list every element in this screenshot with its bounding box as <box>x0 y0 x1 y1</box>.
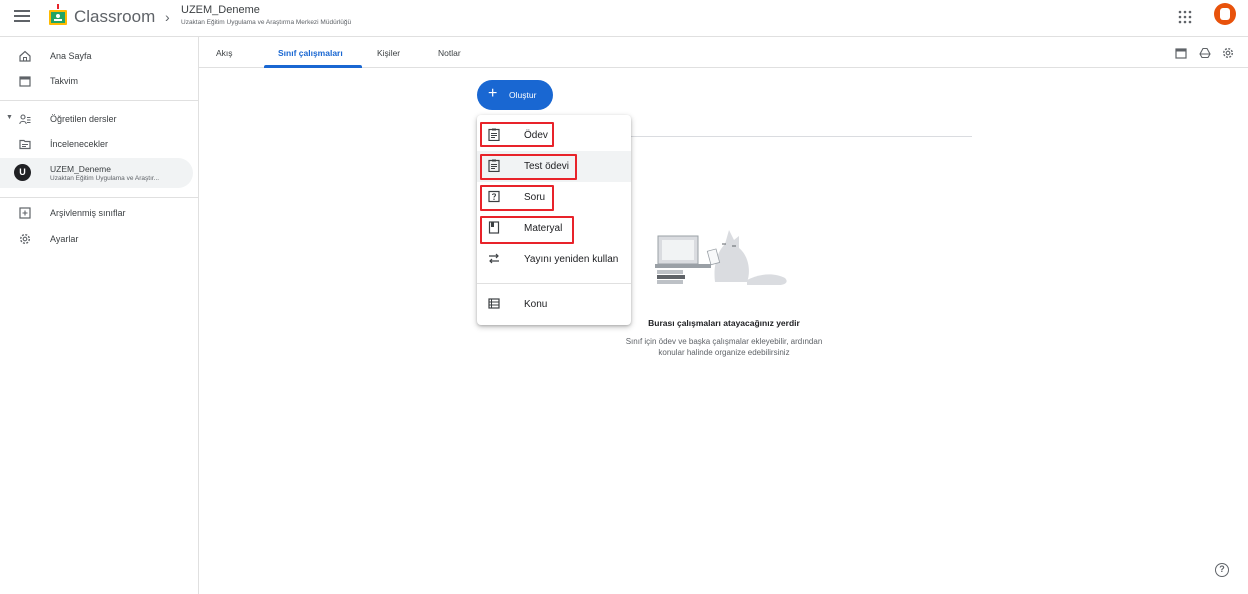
people-icon <box>19 114 31 125</box>
main-menu-icon[interactable] <box>14 10 30 24</box>
course-name: UZEM_Deneme <box>50 164 111 174</box>
tab-stream[interactable]: Akış <box>216 48 233 58</box>
sidebar-item-label: Takvim <box>50 76 79 86</box>
course-tabs: Akış Sınıf çalışmaları Kişiler Notlar <box>199 37 1248 68</box>
create-button-label: Oluştur <box>509 90 537 100</box>
create-button[interactable]: + Oluştur <box>477 80 553 110</box>
sidebar-item-label: Arşivlenmiş sınıflar <box>50 208 126 218</box>
sidebar-divider <box>0 197 199 198</box>
sidebar-item-settings[interactable]: Ayarlar <box>0 227 196 251</box>
sidebar-item-archived[interactable]: Arşivlenmiş sınıflar <box>0 201 196 225</box>
empty-state-description: Sınıf için ödev ve başka çalışmalar ekle… <box>600 336 848 358</box>
top-app-bar: Classroom › UZEM_Deneme Uzaktan Eğitim U… <box>0 0 1248 37</box>
tab-people[interactable]: Kişiler <box>377 48 400 58</box>
empty-state-description-line: Sınıf için ödev ve başka çalışmalar ekle… <box>625 337 823 346</box>
calendar-icon <box>19 76 31 87</box>
folder-icon <box>19 139 31 150</box>
empty-state-title: Burası çalışmaları atayacağınız yerdir <box>648 318 800 328</box>
highlight-box <box>480 122 554 147</box>
home-icon <box>19 50 31 62</box>
course-title[interactable]: UZEM_Deneme <box>181 4 260 16</box>
active-tab-indicator <box>264 65 362 68</box>
sidebar-item-course[interactable]: U UZEM_Deneme Uzaktan Eğitim Uygulama ve… <box>0 158 193 188</box>
help-icon[interactable]: ? <box>1215 563 1229 577</box>
menu-item-topic[interactable]: Konu <box>477 289 631 320</box>
menu-item-reuse-post[interactable]: Yayını yeniden kullan <box>477 244 631 275</box>
expand-arrow-icon[interactable]: ▼ <box>6 114 13 121</box>
highlight-box <box>480 154 577 180</box>
course-avatar: U <box>14 164 31 181</box>
highlight-box <box>480 216 574 244</box>
menu-item-label: Yayını yeniden kullan <box>524 254 619 265</box>
empty-state-illustration <box>655 230 787 285</box>
classroom-logo-icon[interactable] <box>48 4 68 26</box>
sidebar-item-label: Öğretilen dersler <box>50 114 117 124</box>
sidebar-item-label: Ayarlar <box>50 234 79 244</box>
plus-icon: + <box>488 85 498 102</box>
sidebar-divider <box>0 100 199 101</box>
tab-grades[interactable]: Notlar <box>438 48 461 58</box>
account-avatar[interactable] <box>1214 3 1236 25</box>
sidebar-item-label: Ana Sayfa <box>50 51 92 61</box>
divider-line <box>630 136 972 137</box>
topic-icon <box>488 298 500 309</box>
sidebar-item-calendar[interactable]: Takvim <box>0 69 196 93</box>
sidebar-item-label: İncelenecekler <box>50 139 109 149</box>
highlight-box <box>480 185 554 211</box>
sidebar-item-to-review[interactable]: İncelenecekler <box>0 132 196 156</box>
sidebar-item-teaching[interactable]: ▼ Öğretilen dersler <box>0 107 196 131</box>
drive-folder-icon[interactable] <box>1199 47 1211 59</box>
breadcrumb-separator: › <box>165 9 170 25</box>
reuse-icon <box>489 253 499 264</box>
menu-item-label: Konu <box>524 299 548 310</box>
sidebar: Ana Sayfa Takvim ▼ Öğretilen dersler İnc… <box>0 37 199 594</box>
archive-icon <box>19 207 31 219</box>
calendar-icon[interactable] <box>1175 47 1187 59</box>
empty-state-description-line: konular halinde organize edebilirsiniz <box>658 348 790 357</box>
sidebar-item-home[interactable]: Ana Sayfa <box>0 44 196 68</box>
course-subtitle: Uzaktan Eğitim Uygulama ve Araştırma Mer… <box>181 19 352 26</box>
tab-classwork[interactable]: Sınıf çalışmaları <box>278 48 343 58</box>
menu-divider <box>477 283 631 284</box>
app-title[interactable]: Classroom <box>74 7 155 27</box>
apps-grid-icon[interactable] <box>1178 10 1192 24</box>
gear-icon <box>19 233 31 245</box>
course-subtitle: Uzaktan Eğitim Uygulama ve Araştır... <box>50 175 160 182</box>
gear-icon[interactable] <box>1222 47 1234 59</box>
